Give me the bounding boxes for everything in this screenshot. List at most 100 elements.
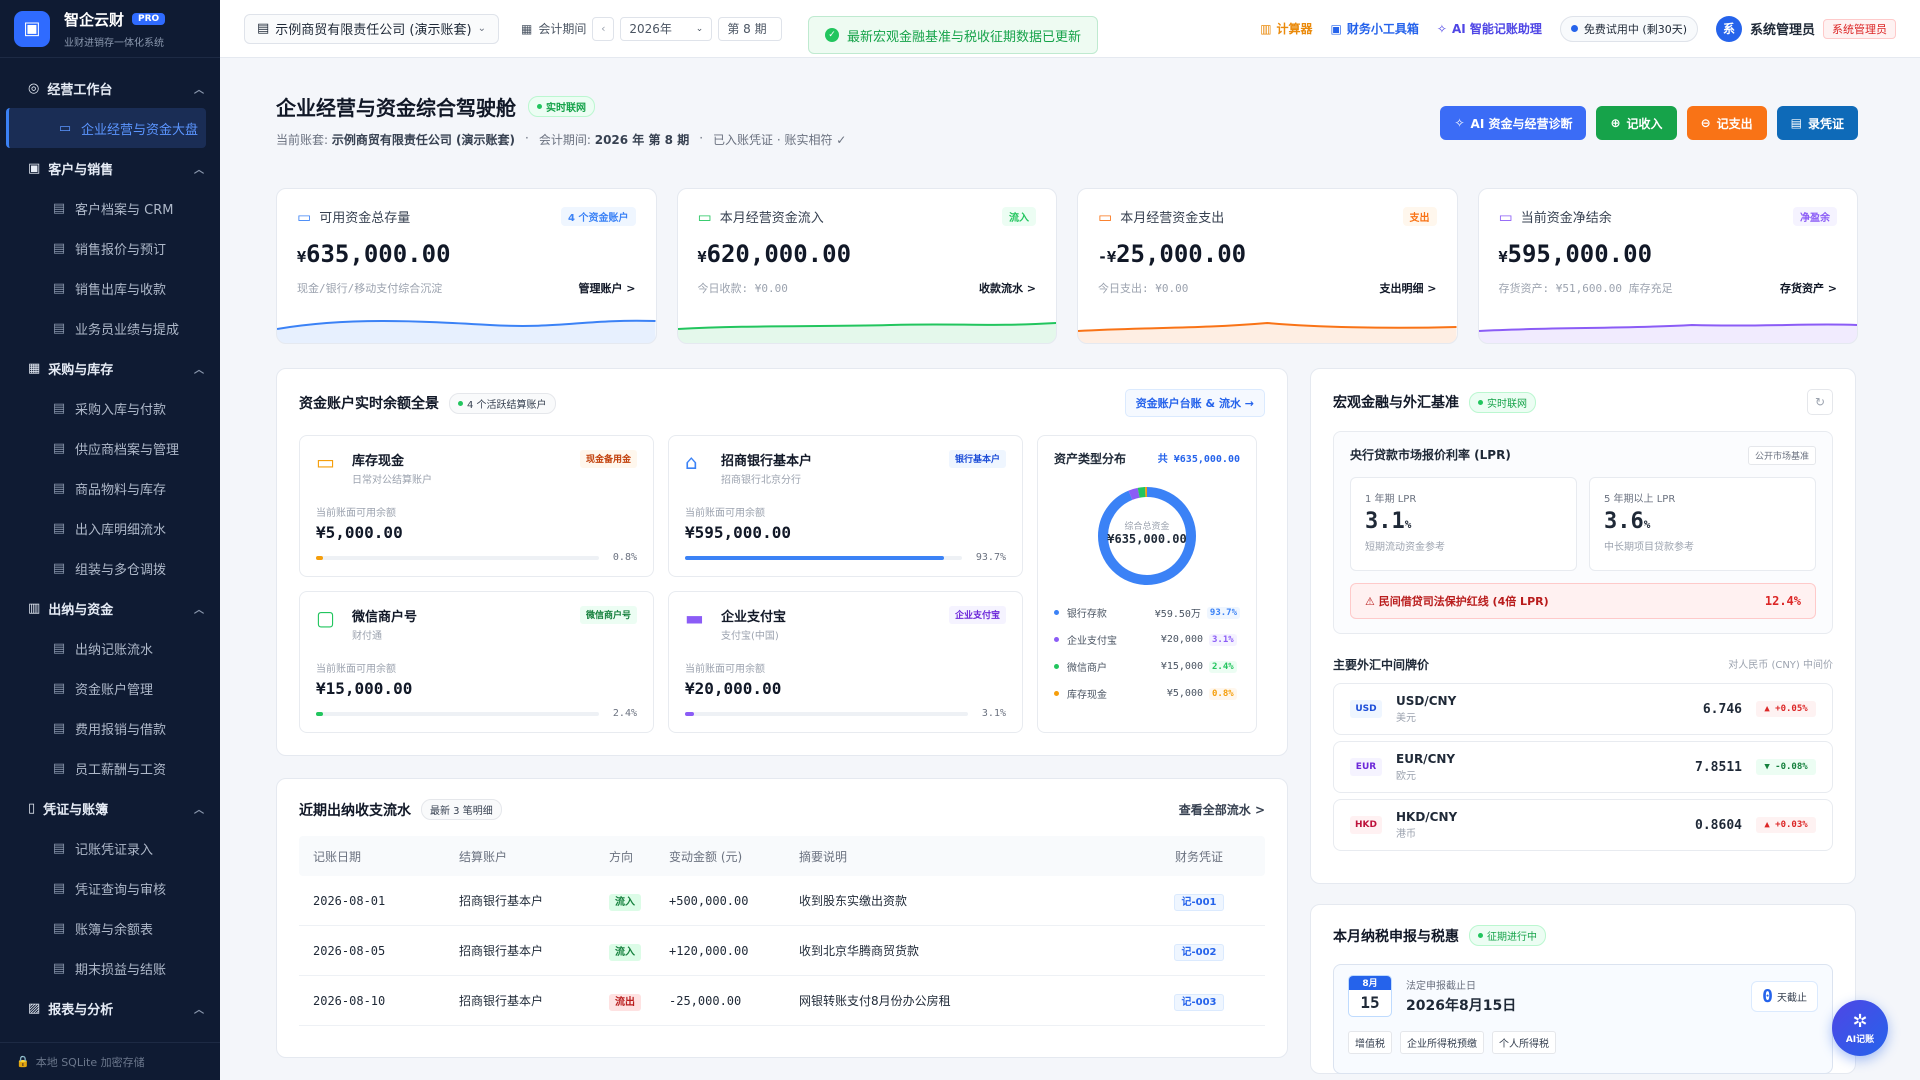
page-icon: ▤ xyxy=(52,920,66,936)
account-card[interactable]: ▢ 微信商户号 财付通 微信商户号 当前账面可用余额 ¥15,000.00 2.4% xyxy=(299,591,654,733)
fx-row[interactable]: EUR EUR/CNY 欧元 7.8511 ▼ -0.08% xyxy=(1333,741,1833,793)
legend-item: 微信商户 ¥15,000 2.4% xyxy=(1054,653,1240,680)
enter-voucher-button[interactable]: ▤ 录凭证 xyxy=(1776,106,1858,140)
brand-title: 智企云财 xyxy=(64,10,125,29)
topbar: ▤ 示例商贸有限责任公司 (演示账套) ⌄ ▦ 会计期间 ‹ 2026年 ⌄ 第 8 … xyxy=(220,0,1920,58)
period-select[interactable]: 第 8 期 xyxy=(718,16,783,41)
nav-group-0[interactable]: ◎ 经营工作台 ︿ xyxy=(0,68,220,108)
brand: ▣ 智企云财 PRO 业财进销存一体化系统 xyxy=(0,0,220,58)
fx-row[interactable]: USD USD/CNY 美元 6.746 ▲ +0.05% xyxy=(1333,683,1833,735)
account-card[interactable]: ▭ 库存现金 日常对公结算账户 现金备用金 当前账面可用余额 ¥5,000.00 0.… xyxy=(299,435,654,577)
year-select[interactable]: 2026年 ⌄ xyxy=(620,16,713,41)
sidebar-item[interactable]: ▤ 账簿与余额表 xyxy=(0,908,220,948)
kpi-tag: 流入 xyxy=(1002,207,1036,226)
toolbox-icon: ▣ xyxy=(1330,21,1342,36)
sidebar-item[interactable]: ▤ 销售出库与收款 xyxy=(0,268,220,308)
plus-circle-icon: ⊕ xyxy=(1610,116,1621,130)
record-income-button[interactable]: ⊕ 记收入 xyxy=(1596,106,1677,140)
column-header: 结算账户 xyxy=(459,849,508,864)
sidebar-item[interactable]: ▤ 组装与多仓调拨 xyxy=(0,548,220,588)
chevron-up-icon: ︿ xyxy=(194,84,204,96)
sidebar-item[interactable]: ▤ 凭证查询与审核 xyxy=(0,868,220,908)
sidebar-item[interactable]: ▭ 企业经营与资金大盘 xyxy=(6,108,206,148)
column-header: 变动金额 (元) xyxy=(669,849,743,864)
refresh-icon[interactable]: ↻ xyxy=(1807,389,1833,415)
flow-panel: 近期出纳收支流水 最新 3 笔明细 查看全部流水 > 记账日期 结算账户 方向 变动金额… xyxy=(276,778,1288,1058)
sparkle-icon: ✧ xyxy=(1454,116,1465,130)
nav-group-1[interactable]: ▣ 客户与销售 ︿ xyxy=(0,148,220,188)
row-date: 2026-08-10 xyxy=(313,993,386,1008)
ai-diagnosis-button[interactable]: ✧ AI 资金与经营诊断 xyxy=(1440,106,1587,140)
sidebar-item[interactable]: ▤ 业务员业绩与提成 xyxy=(0,308,220,348)
account-sub: 招商银行北京分行 xyxy=(721,475,801,486)
bar-chart-icon: ▭ xyxy=(1498,207,1513,226)
row-account: 招商银行基本户 xyxy=(459,894,544,908)
tax-deadline-box: 8月 15 法定申报截止日 2026年8月15日 0 天截止 增值税 企业所得税预缴个… xyxy=(1333,964,1833,1074)
voucher-link[interactable]: 记-001 xyxy=(1174,894,1224,911)
sidebar-item[interactable]: ▤ 供应商档案与管理 xyxy=(0,428,220,468)
sidebar-item[interactable]: ▤ 客户档案与 CRM xyxy=(0,188,220,228)
wallet-icon: ▭ xyxy=(297,207,312,226)
table-row[interactable]: 2026-08-01 招商银行基本户 流入 +500,000.00 收到股东实缴出资款 记… xyxy=(299,876,1265,926)
row-date: 2026-08-01 xyxy=(313,893,386,908)
account-card[interactable]: ▬ 企业支付宝 支付宝(中国) 企业支付宝 当前账面可用余额 ¥20,000.00 3… xyxy=(668,591,1023,733)
column-header: 摘要说明 xyxy=(799,849,848,864)
calculator-button[interactable]: ▥ 计算器 xyxy=(1260,20,1312,37)
table-row[interactable]: 2026-08-05 招商银行基本户 流入 +120,000.00 收到北京华腾商贸货款… xyxy=(299,926,1265,976)
currency-pair: USD/CNY xyxy=(1396,694,1457,708)
document-icon: ▤ xyxy=(1790,116,1802,130)
sidebar: ▣ 智企云财 PRO 业财进销存一体化系统 ◎ 经营工作台 ︿ ▭ 企业经营与资金大盘 ▣ 客… xyxy=(0,0,220,1080)
account-sub: 支付宝(中国) xyxy=(721,631,779,642)
user-menu[interactable]: 系系统管理员 系统管理员 xyxy=(1715,15,1896,42)
trial-badge[interactable]: 免费试用中 (剩30天) xyxy=(1559,15,1698,42)
nav-group-2[interactable]: ▦ 采购与库存 ︿ xyxy=(0,348,220,388)
nav-group-4[interactable]: ▯ 凭证与账簿 ︿ xyxy=(0,788,220,828)
nav-group-3[interactable]: ▥ 出纳与资金 ︿ xyxy=(0,588,220,628)
chevron-up-icon: ︿ xyxy=(194,364,204,376)
chevron-up-icon: ︿ xyxy=(194,164,204,176)
cash-icon: ▥ xyxy=(28,600,41,616)
sidebar-item[interactable]: ▤ 商品物料与库存 xyxy=(0,468,220,508)
toolbox-button[interactable]: ▣ 财务小工具箱 xyxy=(1331,20,1419,37)
card-icon: ▭ xyxy=(1098,207,1113,226)
view-all-flow-link[interactable]: 查看全部流水 > xyxy=(1179,801,1265,818)
sidebar-item[interactable]: ▤ 出入库明细流水 xyxy=(0,508,220,548)
kpi-link[interactable]: 存货资产 > xyxy=(1780,280,1837,296)
kpi-link[interactable]: 收款流水 > xyxy=(979,280,1036,296)
sidebar-item[interactable]: ▤ 销售报价与预订 xyxy=(0,228,220,268)
lock-icon: 🔒 xyxy=(16,1055,30,1068)
kpi-sparkline xyxy=(1078,321,1457,343)
sidebar-item[interactable]: ▤ 员工薪酬与工资 xyxy=(0,748,220,788)
company-select[interactable]: ▤ 示例商贸有限责任公司 (演示账套) ⌄ xyxy=(244,13,499,44)
row-memo: 收到北京华腾商贸货款 xyxy=(799,944,920,958)
direction-badge: 流入 xyxy=(609,894,641,911)
prev-period-button[interactable]: ‹ xyxy=(592,16,615,41)
sidebar-item[interactable]: ▤ 记账凭证录入 xyxy=(0,828,220,868)
kpi-link[interactable]: 管理账户 > xyxy=(578,280,635,296)
donut-center-value: ¥635,000.00 xyxy=(1107,532,1187,546)
kpi-link[interactable]: 支出明细 > xyxy=(1379,280,1436,296)
table-row[interactable]: 2026-08-10 招商银行基本户 流出 -25,000.00 网银转账支付8月份办公… xyxy=(299,976,1265,1026)
account-card[interactable]: ⌂ 招商银行基本户 招商银行北京分行 银行基本户 当前账面可用余额 ¥595,000.… xyxy=(668,435,1023,577)
sidebar-item[interactable]: ▤ 出纳记账流水 xyxy=(0,628,220,668)
account-name: 招商银行基本户 xyxy=(721,454,813,469)
sidebar-item[interactable]: ▤ 采购入库与付款 xyxy=(0,388,220,428)
ai-bookkeeping-fab[interactable]: ✲ AI记账 xyxy=(1832,1000,1888,1056)
voucher-link[interactable]: 记-003 xyxy=(1174,994,1224,1011)
sidebar-item[interactable]: ▤ 费用报销与借款 xyxy=(0,708,220,748)
currency-name: 美元 xyxy=(1396,713,1416,724)
role-badge: 系统管理员 xyxy=(1823,18,1896,39)
fx-row[interactable]: HKD HKD/CNY 港币 0.8604 ▲ +0.03% xyxy=(1333,799,1833,851)
dashboard-icon: ◎ xyxy=(28,80,40,96)
sidebar-item[interactable]: ▤ 资金账户管理 xyxy=(0,668,220,708)
lpr-title: 央行贷款市场报价利率 (LPR) xyxy=(1350,448,1511,462)
share-pct: 93.7% xyxy=(975,552,1006,563)
sidebar-item[interactable]: ▤ 期末损益与结账 xyxy=(0,948,220,988)
ai-assistant-button[interactable]: ✧ AI 智能记账助理 xyxy=(1437,20,1542,37)
avatar: 系 xyxy=(1715,15,1742,42)
voucher-link[interactable]: 记-002 xyxy=(1174,944,1224,961)
brand-subtitle: 业财进销存一体化系统 xyxy=(64,37,164,49)
account-ledger-link[interactable]: 资金账户台账 & 流水 → xyxy=(1124,389,1265,417)
record-expense-button[interactable]: ⊖ 记支出 xyxy=(1686,106,1767,140)
nav-group-5[interactable]: ▨ 报表与分析 ︿ xyxy=(0,988,220,1028)
